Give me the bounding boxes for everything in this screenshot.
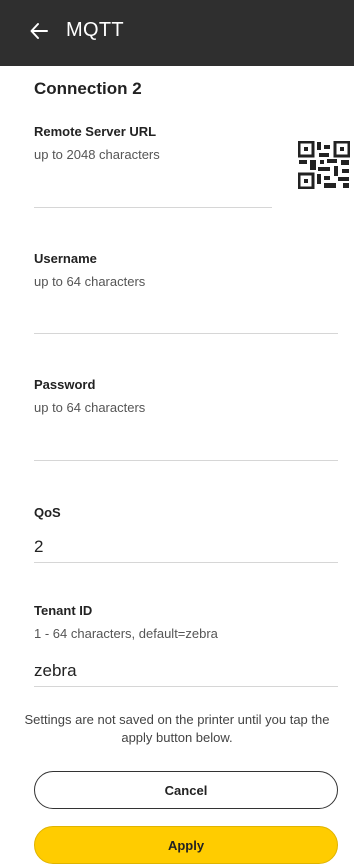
- password-input[interactable]: [34, 430, 338, 461]
- username-input[interactable]: [34, 303, 338, 334]
- username-label: Username: [34, 251, 97, 266]
- password-label: Password: [34, 377, 96, 392]
- page-title: MQTT: [66, 19, 124, 41]
- qr-code-icon[interactable]: [298, 141, 350, 189]
- tenant-id-hint: 1 - 64 characters, default=zebra: [34, 626, 218, 641]
- remote-url-input[interactable]: [34, 177, 272, 208]
- save-note: Settings are not saved on the printer un…: [24, 712, 330, 745]
- connection-title: Connection 2: [34, 79, 142, 98]
- tenant-id-input[interactable]: [34, 656, 338, 687]
- password-hint: up to 64 characters: [34, 400, 146, 415]
- tenant-id-label: Tenant ID: [34, 603, 93, 618]
- qos-label: QoS: [34, 505, 61, 520]
- app-bar: MQTT: [0, 0, 354, 66]
- apply-button[interactable]: Apply: [34, 826, 338, 864]
- qos-input[interactable]: [34, 532, 338, 563]
- cancel-button[interactable]: Cancel: [34, 771, 338, 809]
- remote-url-label: Remote Server URL: [34, 124, 157, 139]
- username-hint: up to 64 characters: [34, 274, 146, 289]
- arrow-left-icon[interactable]: [30, 21, 48, 41]
- remote-url-hint: up to 2048 characters: [34, 147, 160, 162]
